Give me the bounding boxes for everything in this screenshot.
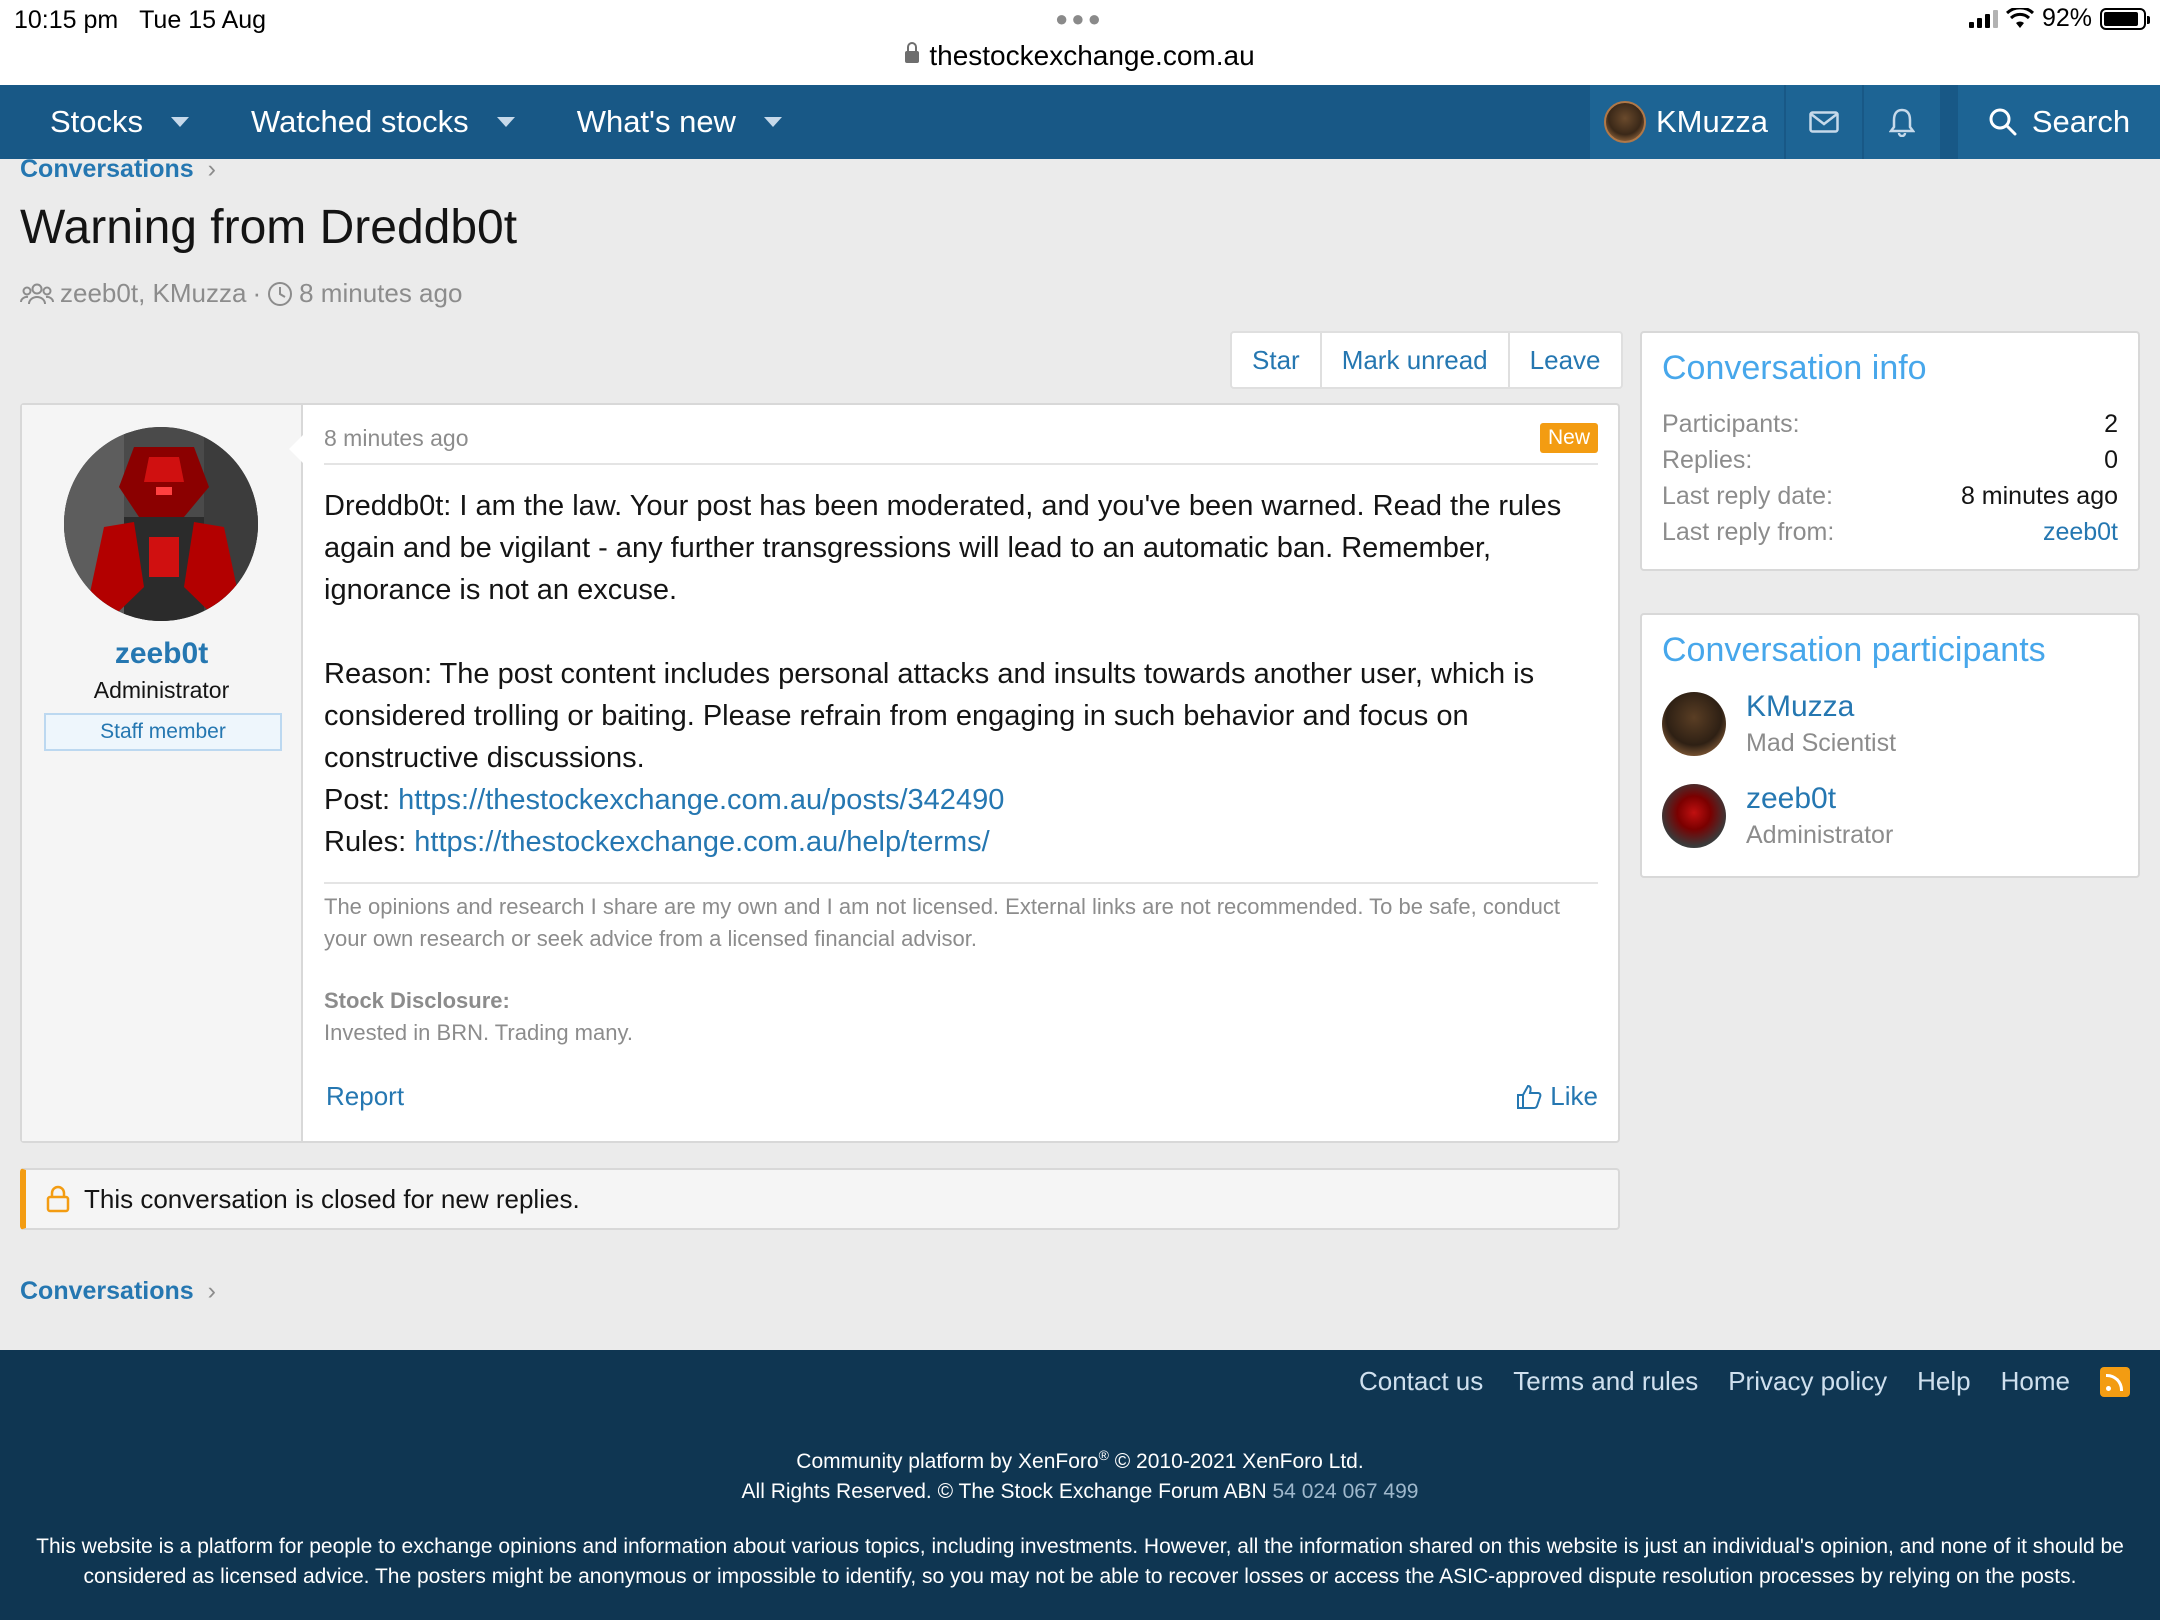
avatar <box>1604 101 1646 143</box>
users-icon <box>20 283 54 304</box>
avatar[interactable] <box>1662 784 1726 848</box>
breadcrumb-bottom[interactable]: Conversations › <box>20 1277 216 1306</box>
footer-link-terms[interactable]: Terms and rules <box>1513 1366 1698 1397</box>
footer-link-home[interactable]: Home <box>2001 1366 2070 1397</box>
status-time: 10:15 pm Tue 15 Aug <box>14 6 267 34</box>
message-time[interactable]: 8 minutes ago <box>324 425 468 452</box>
staff-badge: Staff member <box>44 713 282 751</box>
lock-icon <box>46 1185 70 1213</box>
thumbs-up-icon <box>1517 1084 1542 1109</box>
address-bar[interactable]: thestockexchange.com.au <box>0 40 2160 72</box>
info-last-reply-from: Last reply from: zeeb0t <box>1662 514 2118 550</box>
chevron-down-icon[interactable] <box>763 117 782 127</box>
info-participants: Participants: 2 <box>1662 410 2118 438</box>
robot-avatar-image <box>64 427 258 621</box>
account-menu[interactable]: KMuzza <box>1588 85 1784 159</box>
footer-disclaimer: This website is a platform for people to… <box>36 1535 2124 1588</box>
url-text: thestockexchange.com.au <box>929 40 1255 71</box>
message-reason: Reason: The post content includes person… <box>324 658 1535 774</box>
footer-link-help[interactable]: Help <box>1917 1366 1970 1397</box>
battery-percent: 92% <box>2041 4 2092 32</box>
stock-disclosure-title: Stock Disclosure: <box>324 988 510 1013</box>
message-post: zeeb0t Administrator Staff member 8 minu… <box>20 403 1620 1143</box>
message-body: 8 minutes ago New Dreddb0t: I am the law… <box>324 405 1598 1141</box>
chevron-right-icon: › <box>207 155 216 183</box>
new-badge: New <box>1539 423 1598 453</box>
breadcrumb-conversations[interactable]: Conversations <box>20 1277 194 1305</box>
alerts-button[interactable] <box>1862 85 1940 159</box>
account-username: KMuzza <box>1656 104 1768 139</box>
last-reply-user-link[interactable]: zeeb0t <box>2043 514 2118 550</box>
conversation-info-block: Conversation info Participants: 2 Replies… <box>1640 331 2140 571</box>
info-replies: Replies: 0 <box>1662 446 2118 474</box>
nav-whats-new[interactable]: What's new <box>543 85 810 159</box>
conversation-participants-block: Conversation participants KMuzza Mad Sci… <box>1640 613 2140 878</box>
info-last-reply-date: Last reply date: 8 minutes ago <box>1662 482 2118 510</box>
clock-icon <box>268 281 293 306</box>
signal-icon <box>1968 9 1998 28</box>
chevron-right-icon: › <box>207 1277 216 1305</box>
footer-links: Contact us Terms and rules Privacy polic… <box>1359 1366 2130 1397</box>
signature: The opinions and research I share are my… <box>324 891 1598 1049</box>
message-paragraph: Dreddb0t: I am the law. Your post has be… <box>324 490 1562 606</box>
participant-item: zeeb0t Administrator <box>1662 780 2118 852</box>
envelope-icon <box>1809 111 1839 133</box>
search-label: Search <box>2031 104 2131 139</box>
breadcrumb[interactable]: Conversations › <box>20 155 216 184</box>
avatar[interactable] <box>1662 692 1726 756</box>
rss-icon[interactable] <box>2100 1366 2130 1397</box>
inbox-button[interactable] <box>1784 85 1862 159</box>
mark-unread-button[interactable]: Mark unread <box>1319 333 1508 387</box>
rules-link[interactable]: https://thestockexchange.com.au/help/ter… <box>414 826 989 858</box>
status-indicators: 92% <box>1968 4 2150 33</box>
message-user-cell: zeeb0t Administrator Staff member <box>22 405 303 1141</box>
battery-icon <box>2100 7 2150 30</box>
chevron-down-icon[interactable] <box>171 117 190 127</box>
closed-notice: This conversation is closed for new repl… <box>20 1168 1620 1230</box>
participant-item: KMuzza Mad Scientist <box>1662 688 2118 760</box>
participant-title: Mad Scientist <box>1746 729 1897 757</box>
search-button[interactable]: Search <box>1940 85 2160 159</box>
closed-notice-text: This conversation is closed for new repl… <box>84 1183 580 1214</box>
conversation-time: 8 minutes ago <box>299 278 463 308</box>
participant-title: Administrator <box>1746 821 1894 849</box>
like-button[interactable]: Like <box>1516 1081 1598 1112</box>
star-button[interactable]: Star <box>1232 333 1320 387</box>
participants-text: zeeb0t, KMuzza <box>60 278 247 308</box>
lock-icon <box>905 42 920 63</box>
participant-name[interactable]: zeeb0t <box>1746 780 1893 818</box>
message-arrow <box>289 435 303 463</box>
participant-name[interactable]: KMuzza <box>1746 688 1896 726</box>
xenforo-link[interactable]: Community platform by XenForo <box>796 1450 1098 1473</box>
abn-number: 54 024 067 499 <box>1272 1480 1419 1503</box>
page-title: Warning from Dreddb0t <box>20 201 518 254</box>
conversation-info-title: Conversation info <box>1662 349 1927 387</box>
wifi-icon <box>2005 7 2034 28</box>
report-link[interactable]: Report <box>326 1081 404 1112</box>
copyright: Community platform by XenForo® © 2010-20… <box>741 1447 1419 1503</box>
footer-link-privacy[interactable]: Privacy policy <box>1728 1366 1887 1397</box>
leave-button[interactable]: Leave <box>1507 333 1621 387</box>
chevron-down-icon[interactable] <box>496 117 515 127</box>
nav-watched-stocks[interactable]: Watched stocks <box>217 85 543 159</box>
post-link[interactable]: https://thestockexchange.com.au/posts/34… <box>398 784 1004 816</box>
multitasking-dots-icon[interactable]: ●●● <box>1055 6 1104 32</box>
breadcrumb-conversations[interactable]: Conversations <box>20 155 194 183</box>
bell-icon <box>1889 108 1915 137</box>
stock-disclosure-text: Invested in BRN. Trading many. <box>324 1020 633 1045</box>
message-user-title: Administrator <box>93 677 230 703</box>
footer-link-contact[interactable]: Contact us <box>1359 1366 1483 1397</box>
participants-title: Conversation participants <box>1662 631 2046 669</box>
main-navigation: Stocks Watched stocks What's new KMuzza … <box>0 85 2160 159</box>
ios-status-bar: 10:15 pm Tue 15 Aug ●●● 92% thestockexch… <box>0 0 2160 85</box>
message-username[interactable]: zeeb0t <box>22 637 301 671</box>
avatar[interactable] <box>64 427 258 621</box>
message-content: Dreddb0t: I am the law. Your post has be… <box>324 485 1598 863</box>
conversation-meta: zeeb0t, KMuzza · 8 minutes ago <box>20 278 462 309</box>
conversation-actions: Star Mark unread Leave <box>1230 331 1623 389</box>
search-icon <box>1989 108 2017 136</box>
nav-stocks[interactable]: Stocks <box>0 85 217 159</box>
footer: Contact us Terms and rules Privacy polic… <box>0 1350 2160 1620</box>
